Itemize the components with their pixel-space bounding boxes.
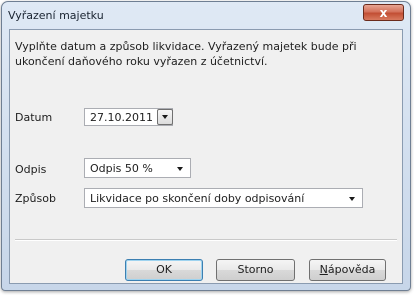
zpusob-select[interactable]: Likvidace po skončení doby odpisování [84, 188, 363, 208]
date-value[interactable]: 27.10.2011 [90, 111, 153, 124]
divider [15, 239, 397, 241]
close-icon: x [379, 5, 388, 20]
datum-label: Datum [15, 111, 53, 124]
info-text: Vyplňte datum a způsob likvidace. Vyřaze… [15, 40, 357, 68]
date-dropdown-button[interactable] [157, 109, 173, 125]
dialog-window: Vyřazení majetku x Vyplňte datum a způso… [1, 1, 411, 291]
odpis-select[interactable]: Odpis 50 % [84, 158, 191, 178]
chevron-down-icon [349, 197, 355, 201]
zpusob-selected-value: Likvidace po skončení doby odpisování [90, 192, 305, 205]
close-button[interactable]: x [363, 4, 404, 21]
napoveda-button[interactable]: Nápověda [309, 259, 386, 281]
ok-button[interactable]: OK [125, 259, 203, 281]
odpis-label: Odpis [15, 163, 47, 176]
dialog-content: Vyplňte datum a způsob likvidace. Vyřaze… [9, 29, 403, 284]
odpis-selected-value: Odpis 50 % [90, 162, 153, 175]
chevron-down-icon [177, 167, 183, 171]
title-bar[interactable]: Vyřazení majetku x [2, 2, 410, 29]
storno-button[interactable]: Storno [216, 259, 295, 281]
zpusob-label: Způsob [15, 192, 56, 205]
window-title: Vyřazení majetku [8, 9, 104, 22]
chevron-down-icon [162, 115, 168, 119]
date-picker[interactable]: 27.10.2011 [84, 108, 173, 126]
